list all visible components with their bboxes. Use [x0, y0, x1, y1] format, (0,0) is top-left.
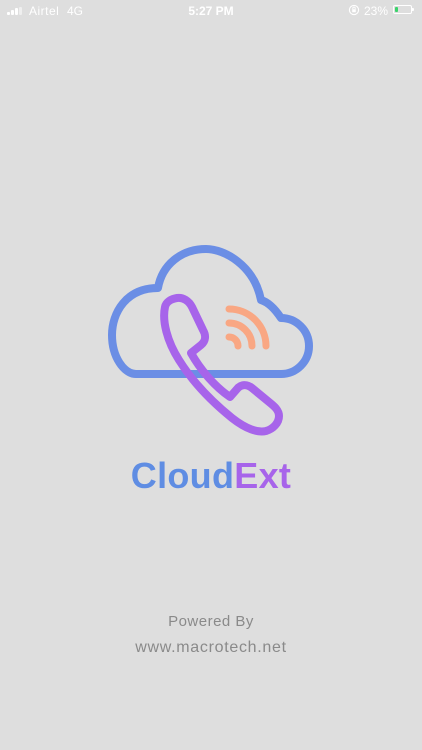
battery-percent: 23%: [364, 4, 389, 18]
orientation-lock-icon: [348, 4, 360, 16]
signal-waves-icon: [225, 305, 270, 350]
powered-by-label: Powered By: [168, 613, 254, 630]
website-link[interactable]: www.macrotech.net: [0, 639, 422, 657]
battery-level-fill: [395, 7, 398, 12]
cloud-icon: [108, 245, 313, 378]
phone-icon: [160, 293, 283, 436]
status-bar: Airtel 4G 5:27 PM 23%: [0, 0, 422, 22]
app-name-ext: Ext: [234, 455, 292, 496]
battery-icon: [393, 5, 414, 14]
app-name: CloudExt: [0, 455, 422, 497]
cloudext-logo: [108, 245, 313, 436]
app-name-cloud: Cloud: [130, 455, 235, 496]
